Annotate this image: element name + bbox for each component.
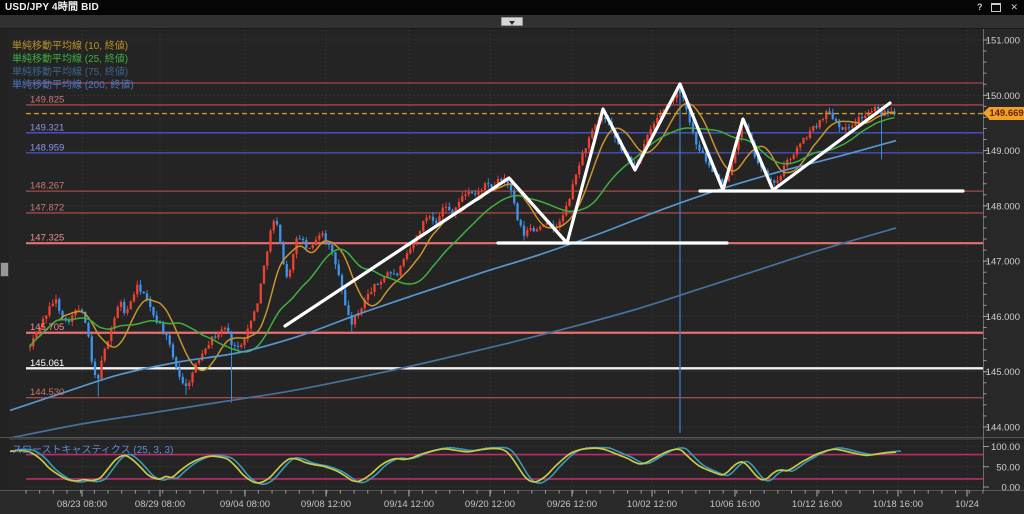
svg-text:09/04 08:00: 09/04 08:00 — [220, 499, 270, 510]
toolbar-strip — [0, 15, 1024, 29]
svg-text:147.872: 147.872 — [30, 202, 64, 213]
legend-item-sma-10: 単純移動平均線 (10, 終値) — [12, 40, 134, 53]
svg-text:148.000: 148.000 — [986, 201, 1020, 212]
svg-text:144.530: 144.530 — [30, 387, 64, 398]
svg-text:08/29 08:00: 08/29 08:00 — [135, 499, 185, 510]
maximize-button[interactable] — [991, 3, 1001, 12]
svg-text:146.000: 146.000 — [986, 312, 1020, 323]
svg-text:50.00: 50.00 — [996, 462, 1020, 473]
current-price-value: 149.669 — [989, 108, 1023, 119]
svg-text:148.267: 148.267 — [30, 181, 64, 192]
close-button[interactable]: ✕ — [1010, 0, 1018, 15]
svg-text:147.000: 147.000 — [986, 257, 1020, 268]
chevron-down-icon — [509, 21, 515, 25]
stochastic-label: スローストキャスティクス (25, 3, 3) — [12, 441, 173, 456]
svg-text:09/14 12:00: 09/14 12:00 — [384, 499, 434, 510]
svg-text:148.959: 148.959 — [30, 142, 64, 153]
current-price-tag: 149.669 — [989, 107, 1024, 120]
window-controls: ? ✕ — [977, 0, 1018, 15]
help-button[interactable]: ? — [977, 0, 983, 15]
svg-text:145.061: 145.061 — [30, 358, 64, 369]
svg-text:10/24: 10/24 — [955, 499, 979, 510]
legend-item-sma-75: 単純移動平均線 (75, 終値) — [12, 66, 134, 79]
window-title: USD/JPY 4時間 BID — [5, 0, 99, 15]
svg-text:145.000: 145.000 — [986, 367, 1020, 378]
svg-text:144.000: 144.000 — [986, 422, 1020, 433]
chart-window: USD/JPY 4時間 BID ? ✕ 151.000 150.000 149.00… — [0, 0, 1024, 514]
sma-legend: 単純移動平均線 (10, 終値)単純移動平均線 (25, 終値)単純移動平均線 … — [12, 40, 134, 92]
legend-item-sma-200: 単純移動平均線 (200, 終値) — [12, 79, 134, 92]
svg-text:149.825: 149.825 — [30, 94, 64, 105]
svg-text:10/12 16:00: 10/12 16:00 — [792, 499, 842, 510]
title-bar[interactable]: USD/JPY 4時間 BID — [0, 0, 1024, 15]
svg-text:150.000: 150.000 — [986, 91, 1020, 102]
chart-canvas[interactable]: 151.000 150.000 149.000 148.000 147.000 146.0… — [0, 0, 1024, 514]
svg-text:10/18 16:00: 10/18 16:00 — [873, 499, 923, 510]
svg-text:100.00: 100.00 — [991, 442, 1020, 453]
svg-text:151.000: 151.000 — [986, 36, 1020, 47]
svg-text:10/02 12:00: 10/02 12:00 — [627, 499, 677, 510]
legend-item-sma-25: 単純移動平均線 (25, 終値) — [12, 53, 134, 66]
svg-text:145.705: 145.705 — [30, 322, 64, 333]
panel-collapse-handle[interactable] — [0, 262, 9, 277]
svg-text:10/06 16:00: 10/06 16:00 — [710, 499, 760, 510]
toolbar-collapse-button[interactable] — [501, 17, 523, 26]
svg-text:08/23 08:00: 08/23 08:00 — [57, 499, 107, 510]
svg-text:09/08 12:00: 09/08 12:00 — [301, 499, 351, 510]
svg-text:149.321: 149.321 — [30, 122, 64, 133]
svg-text:147.325: 147.325 — [30, 233, 64, 244]
svg-text:0.00: 0.00 — [1002, 483, 1021, 494]
svg-text:149.000: 149.000 — [986, 146, 1020, 157]
svg-text:09/20 12:00: 09/20 12:00 — [465, 499, 515, 510]
svg-text:09/26 12:00: 09/26 12:00 — [547, 499, 597, 510]
